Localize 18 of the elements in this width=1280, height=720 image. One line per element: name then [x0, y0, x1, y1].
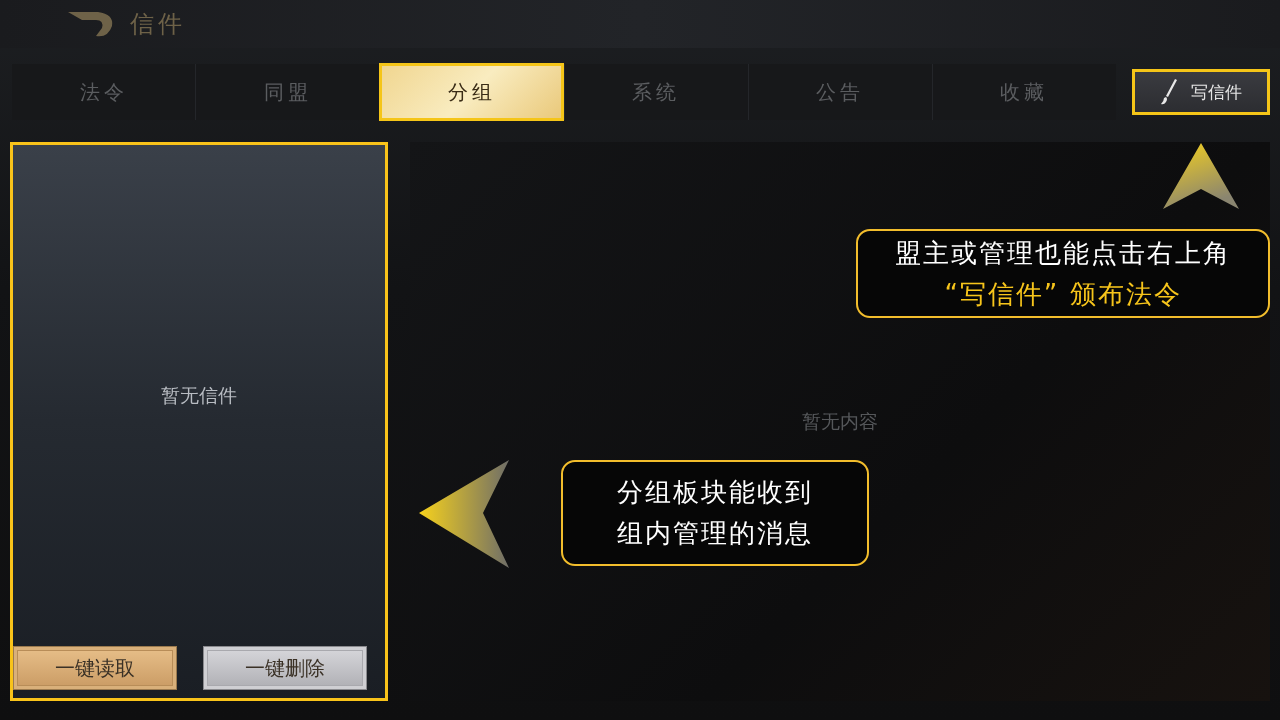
read-all-button[interactable]: 一键读取 — [13, 646, 177, 690]
pointer-arrow-icon — [1163, 143, 1239, 209]
brush-icon — [1160, 79, 1179, 105]
empty-message: 暂无内容 — [802, 408, 878, 434]
empty-message: 暂无信件 — [161, 382, 237, 408]
tab[interactable]: 系统 — [563, 64, 748, 120]
tab[interactable]: 公告 — [747, 64, 932, 120]
tab[interactable]: 收藏 — [931, 64, 1117, 120]
tip-text: 盟主或管理也能点击右上角 — [895, 236, 1231, 270]
tip-text: 组内管理的消息 — [617, 517, 813, 550]
write-letter-button[interactable]: 写信件 — [1132, 69, 1270, 115]
tab[interactable]: 法令 — [12, 64, 196, 120]
tip-text: “写信件” 颁布法令 — [944, 277, 1182, 311]
tip-text: 分组板块能收到 — [617, 476, 813, 509]
pointer-arrow-icon — [419, 460, 511, 568]
page-title: 信件 — [130, 9, 186, 40]
delete-all-button[interactable]: 一键删除 — [203, 646, 367, 690]
tab[interactable]: 分组 — [379, 63, 564, 121]
